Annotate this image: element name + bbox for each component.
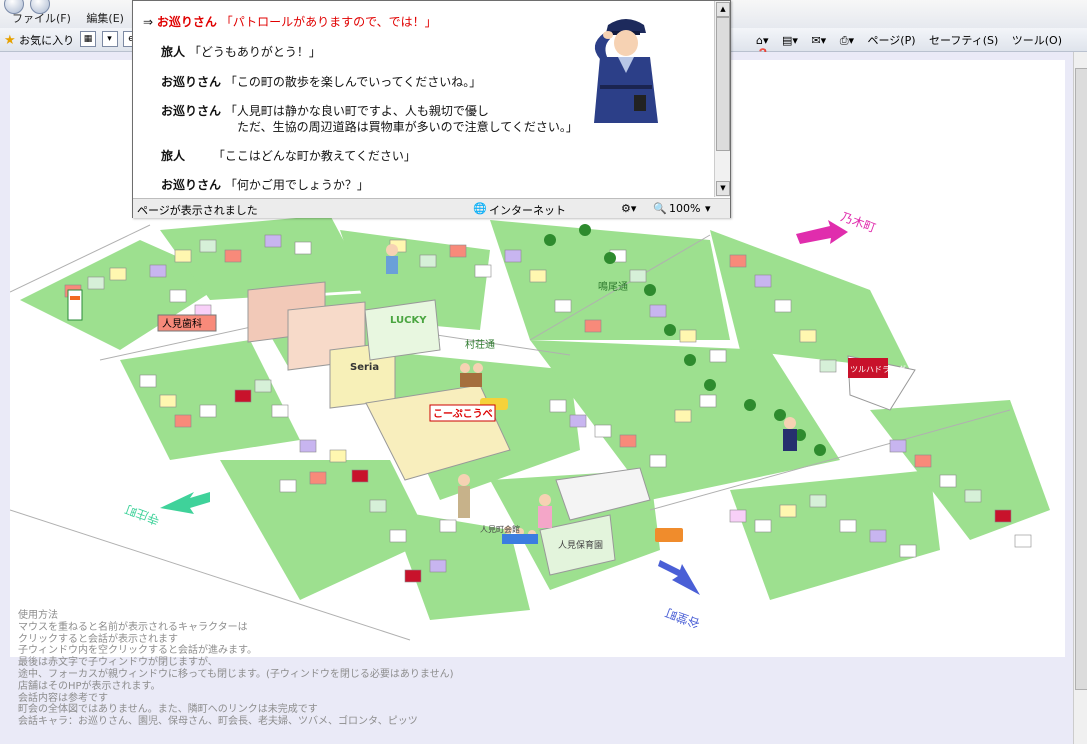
speaker-label: お巡りさん <box>161 75 222 89</box>
speaker-label: お巡りさん <box>161 104 222 118</box>
favorites-button[interactable]: ★ お気に入り <box>4 32 74 48</box>
scroll-up-icon[interactable]: ▲ <box>716 2 730 17</box>
drugstore-label[interactable]: ツルハドラッグ <box>850 364 906 374</box>
zoom-dropdown-icon[interactable]: ▾ <box>705 202 711 215</box>
dialogue-text: 「どうもありがとう！」 <box>188 45 321 59</box>
usage-line: 子ウィンドウ内を空クリックすると会話が進みます。 <box>18 645 257 657</box>
dentist-label[interactable]: 人見歯科 <box>162 317 202 330</box>
usage-line: 最後は赤文字で子ウィンドウが閉じますが、 <box>18 657 218 669</box>
usage-line: 店舗はそのHPが表示されます。 <box>18 680 161 692</box>
menu-file[interactable]: ファイル(F) <box>12 12 71 25</box>
menu-edit[interactable]: 編集(E) <box>86 12 124 25</box>
security-zone-label: インターネット <box>489 204 566 217</box>
dialogue-text: 「何かご用でしょうか？」 <box>224 178 369 192</box>
seria-label[interactable]: Seria <box>350 362 379 373</box>
zoom-level[interactable]: 100% <box>669 202 700 215</box>
usage-line: 会話内容は参考です <box>18 692 108 704</box>
dialogue-arrow: ⇒ <box>143 15 154 29</box>
police-officer-illustration <box>594 19 658 123</box>
coop-label[interactable]: こーぷこうべ <box>433 408 493 420</box>
traveler-character[interactable] <box>386 244 398 274</box>
lucky-label[interactable]: LUCKY <box>390 315 427 326</box>
truck-icon[interactable] <box>655 528 683 542</box>
arrow-north-town[interactable]: 乃木町 <box>796 210 878 244</box>
status-text: ページが表示されました <box>137 204 258 217</box>
popup-scrollbar[interactable]: ▲ ▼ <box>714 1 730 197</box>
seven-eleven-icon[interactable] <box>67 289 83 321</box>
nursery-teacher-character[interactable] <box>538 494 552 528</box>
street-label: 村荘通 <box>465 338 495 351</box>
town-map: 人見歯科 Seria LUCKY こーぷこうべ 村荘通 鳴尾通 ツルハドラッグ … <box>10 210 1050 641</box>
block-ne-1 <box>490 220 730 340</box>
dialogue-text: 「この町の散歩を楽しんでいってくださいね。」 <box>224 75 482 89</box>
quick-tabs-icon[interactable]: ▦ <box>80 31 96 47</box>
print-icon[interactable]: ⎙▾ <box>840 34 854 47</box>
home-icon[interactable]: ⌂▾ <box>756 34 769 47</box>
usage-line: 会話キャラ：お巡りさん、園児、保母さん、町会長、老夫婦、ツバメ、ゴロンタ、ピッツ <box>18 716 418 728</box>
dialogue-text: ただ、生協の周辺道路は買物車が多いので注意してください。」 <box>237 120 578 134</box>
police-officer-character[interactable] <box>783 417 797 451</box>
usage-instructions: 使用方法 マウスを重ねると名前が表示されるキャラクターは クリックすると会話が表… <box>18 610 618 728</box>
usage-line: 町会の全体図ではありません。また、隣町へのリンクは未完成です <box>18 704 318 716</box>
menu-safety[interactable]: セーフティ(S) <box>929 34 998 47</box>
usage-line: クリックすると会話が表示されます <box>18 633 178 645</box>
mail-icon[interactable]: ✉▾ <box>811 34 826 47</box>
street2-label: 鳴尾通 <box>598 280 628 293</box>
dialogue-content[interactable]: ⇒ お巡りさん 「パトロールがありますので、では！」 旅人 「どうもありがとう！… <box>133 1 713 197</box>
popup-statusbar: ページが表示されました 🌐 インターネット ⚙▾ 🔍 100% ▾ <box>133 198 730 218</box>
speaker-label: お巡りさん <box>161 178 222 192</box>
internet-zone-icon: 🌐 <box>473 202 487 215</box>
menu-page[interactable]: ページ(P) <box>868 34 916 47</box>
community-hall-label[interactable]: 人見町会館 <box>480 524 520 534</box>
nursery-label[interactable]: 人見保育園 <box>558 539 603 551</box>
scroll-down-icon[interactable]: ▼ <box>716 181 730 196</box>
usage-line: マウスを重ねると名前が表示されるキャラクターは <box>18 621 248 633</box>
dialogue-text: 「人見町は静かな良い町ですよ、人も親切で優し <box>224 104 489 118</box>
scroll-thumb[interactable] <box>716 17 730 151</box>
speaker-label: 旅人 <box>161 149 186 163</box>
dialogue-text: 「ここはどんな町か教えてください」 <box>212 149 416 163</box>
town-chief-character[interactable] <box>458 474 470 518</box>
menu-tools[interactable]: ツール(O) <box>1012 34 1062 47</box>
feeds-icon[interactable]: ▤▾ <box>782 34 798 47</box>
page-scrollbar[interactable] <box>1073 52 1087 744</box>
dialogue-popup-window[interactable]: ⇒ お巡りさん 「パトロールがありますので、では！」 旅人 「どうもありがとう！… <box>132 0 731 218</box>
tab-list-icon[interactable]: ▾ <box>101 31 118 47</box>
speaker-label: 旅人 <box>161 45 186 59</box>
speaker-label: お巡りさん <box>156 15 217 29</box>
zoom-icon[interactable]: 🔍 <box>653 202 667 215</box>
protected-mode-icon[interactable]: ⚙▾ <box>621 202 636 215</box>
usage-line: 使用方法 <box>18 610 58 621</box>
favorites-star-icon: ★ <box>4 33 16 48</box>
dialogue-text: 「パトロールがありますので、では！」 <box>220 15 437 29</box>
usage-line: 途中、フォーカスが親ウィンドウに移っても閉じます。(子ウィンドウを閉じる必要はあ… <box>18 668 454 680</box>
